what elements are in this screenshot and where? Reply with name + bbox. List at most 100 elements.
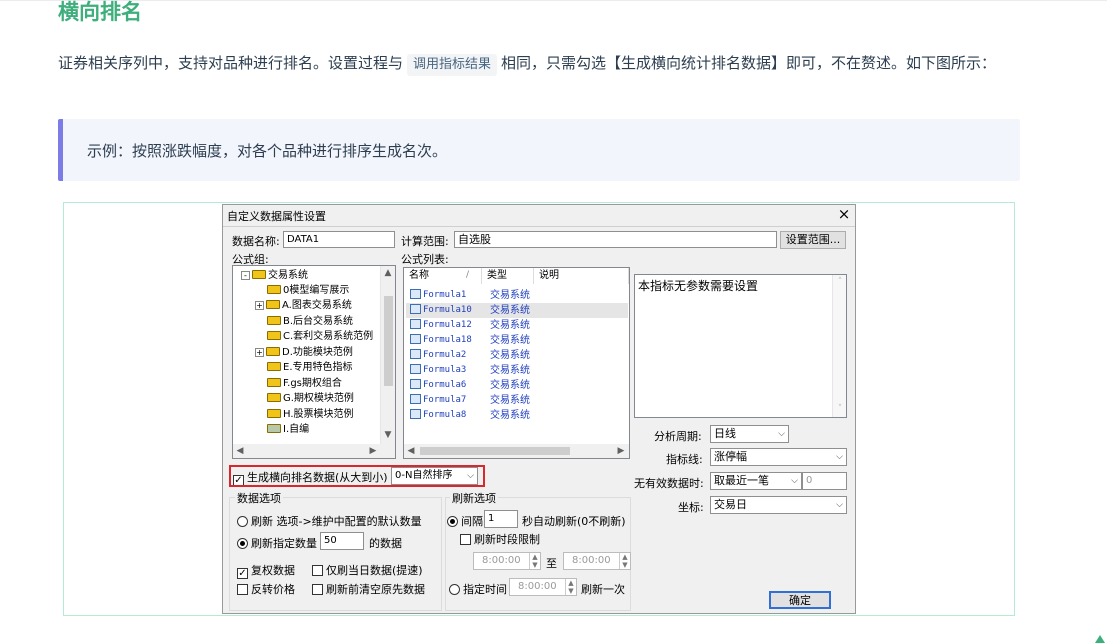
refresh-count-radio[interactable]: 刷新指定数量 bbox=[237, 535, 317, 551]
tree-item-1[interactable]: 0模型编写展示 bbox=[267, 283, 349, 298]
folder-icon bbox=[267, 424, 281, 433]
tree-item-label: E.专用特色指标 bbox=[283, 362, 353, 373]
formula-name: Formula18 bbox=[423, 335, 472, 345]
time-limit-checkbox[interactable]: 刷新时段限制 bbox=[460, 531, 540, 547]
time-start-spinner[interactable]: 8:00:00 ▲ ▼ bbox=[473, 552, 541, 570]
tip-block: 示例：按照涨跌幅度，对各个品种进行排序生成名次。 bbox=[58, 119, 1020, 181]
formula-row[interactable]: Formula7 交易系统 bbox=[406, 393, 628, 408]
radio-label: 间隔 bbox=[461, 515, 483, 528]
column-name[interactable]: 名称 bbox=[404, 268, 482, 284]
tree-item-0[interactable]: - 交易系统 bbox=[241, 268, 308, 283]
formula-row[interactable]: Formula6 交易系统 bbox=[406, 378, 628, 393]
data-name-input[interactable]: DATA1 bbox=[283, 231, 395, 248]
invalid-value: 取最近一笔 bbox=[714, 474, 769, 487]
tree-item-label: G.期权模块范例 bbox=[283, 393, 354, 404]
ok-button[interactable]: 确定 bbox=[769, 591, 831, 609]
calc-range-label: 计算范围: bbox=[401, 235, 449, 248]
param-area[interactable]: 本指标无参数需要设置 ˄ ˅ bbox=[634, 274, 847, 418]
scroll-left-icon[interactable]: ◀ bbox=[404, 444, 418, 458]
title-separator bbox=[223, 226, 855, 227]
expand-icon[interactable]: + bbox=[255, 348, 264, 357]
reverse-price-checkbox[interactable]: 反转价格 bbox=[237, 581, 295, 597]
coord-select[interactable]: 交易日 ⌵ bbox=[710, 496, 847, 514]
period-select[interactable]: 日线 ⌵ bbox=[710, 425, 789, 443]
formula-icon bbox=[410, 379, 421, 389]
formula-row[interactable]: Formula8 交易系统 bbox=[406, 408, 628, 423]
tree-item-2[interactable]: + A.图表交易系统 bbox=[255, 298, 352, 313]
tree-item-3[interactable]: B.后台交易系统 bbox=[267, 314, 353, 329]
scroll-up-icon[interactable]: ˄ bbox=[833, 275, 846, 289]
spin-arrows-icon[interactable]: ▲ ▼ bbox=[619, 553, 630, 569]
coord-label: 坐标: bbox=[678, 501, 704, 514]
time-end-spinner[interactable]: 8:00:00 ▲ ▼ bbox=[563, 552, 631, 570]
formula-type: 交易系统 bbox=[490, 305, 530, 316]
list-hscrollbar[interactable]: ◀ ▶ bbox=[404, 444, 629, 458]
tree-item-6[interactable]: E.专用特色指标 bbox=[267, 360, 353, 375]
scroll-up-icon[interactable]: ▲ bbox=[381, 266, 395, 280]
indicator-select[interactable]: 涨停幅 ⌵ bbox=[710, 448, 847, 466]
tree-hscrollbar[interactable]: ◀ ▶ bbox=[233, 444, 395, 458]
scroll-thumb[interactable] bbox=[384, 296, 393, 386]
spin-arrows-icon[interactable]: ▲ ▼ bbox=[565, 579, 576, 595]
tree-item-10[interactable]: I.自编 bbox=[267, 422, 309, 437]
formula-group-tree[interactable]: - 交易系统 0模型编写展示 + A.图表交易系统 B.后台交易系统 C.套利交易系… bbox=[232, 265, 396, 459]
tree-item-7[interactable]: F.gs期权组合 bbox=[267, 376, 342, 391]
tree-vscrollbar[interactable]: ▲ ▼ bbox=[380, 266, 395, 444]
formula-row[interactable]: Formula3 交易系统 bbox=[406, 363, 628, 378]
clear-before-checkbox[interactable]: 刷新前清空原先数据 bbox=[312, 581, 425, 597]
data-options-label: 数据选项 bbox=[235, 490, 283, 506]
tree-item-4[interactable]: C.套利交易系统范例 bbox=[267, 329, 373, 344]
scroll-thumb[interactable] bbox=[420, 447, 570, 455]
tree-item-label: D.功能模块范例 bbox=[282, 347, 353, 358]
param-text: 本指标无参数需要设置 bbox=[638, 279, 759, 293]
fixed-time-spinner[interactable]: 8:00:00 ▲ ▼ bbox=[509, 578, 577, 596]
collapse-icon[interactable]: - bbox=[241, 271, 250, 280]
formula-row[interactable]: Formula18 交易系统 bbox=[406, 333, 628, 348]
time-end-value: 8:00:00 bbox=[572, 555, 611, 566]
fq-checkbox[interactable]: ✓ 复权数据 bbox=[237, 562, 295, 579]
formula-type: 交易系统 bbox=[490, 410, 530, 421]
formula-row-selected[interactable]: Formula10 交易系统 bbox=[406, 303, 628, 318]
interval-input[interactable]: 1 bbox=[484, 510, 518, 528]
tip-text: 示例：按照涨跌幅度，对各个品种进行排序生成名次。 bbox=[87, 142, 448, 160]
scroll-down-icon[interactable]: ▼ bbox=[381, 428, 395, 442]
calc-range-input[interactable]: 自选股 bbox=[454, 231, 777, 248]
checkbox-label: 仅刷当日数据(提速) bbox=[326, 564, 423, 577]
scroll-left-icon[interactable]: ◀ bbox=[233, 444, 247, 458]
tree-item-5[interactable]: + D.功能模块范例 bbox=[255, 345, 353, 360]
expand-icon[interactable]: + bbox=[255, 301, 264, 310]
scroll-down-icon[interactable]: ˅ bbox=[833, 402, 846, 416]
interval-radio[interactable]: 间隔 bbox=[447, 513, 483, 529]
scroll-right-icon[interactable]: ▶ bbox=[614, 444, 628, 458]
refresh-count-input[interactable]: 50 bbox=[320, 532, 364, 550]
tree-item-8[interactable]: G.期权模块范例 bbox=[267, 391, 354, 406]
data-name-label: 数据名称: bbox=[232, 235, 280, 248]
column-desc[interactable]: 说明 bbox=[534, 268, 629, 284]
param-vscrollbar[interactable]: ˄ ˅ bbox=[832, 275, 846, 417]
formula-row[interactable]: Formula1 交易系统 bbox=[406, 288, 628, 303]
close-icon[interactable]: × bbox=[835, 205, 853, 223]
fixed-time-value: 8:00:00 bbox=[518, 581, 557, 592]
column-type[interactable]: 类型 bbox=[482, 268, 534, 284]
set-range-button[interactable]: 设置范围... bbox=[780, 231, 846, 249]
formula-icon bbox=[410, 334, 421, 344]
formula-row[interactable]: Formula12 交易系统 bbox=[406, 318, 628, 333]
tree-item-9[interactable]: H.股票模块范例 bbox=[267, 407, 354, 422]
invalid-number-input[interactable]: 0 bbox=[802, 472, 847, 490]
refresh-default-radio[interactable]: 刷新 选项->维护中配置的默认数量 bbox=[237, 513, 422, 529]
fixed-time-radio[interactable]: 指定时间 bbox=[449, 581, 507, 597]
formula-icon bbox=[410, 364, 421, 374]
formula-icon bbox=[410, 304, 421, 314]
formula-name: Formula6 bbox=[423, 380, 467, 390]
checkbox-icon bbox=[460, 534, 471, 545]
back-to-top-icon[interactable] bbox=[1094, 634, 1106, 643]
formula-row[interactable]: Formula2 交易系统 bbox=[406, 348, 628, 363]
scroll-right-icon[interactable]: ▶ bbox=[366, 444, 380, 458]
formula-list[interactable]: 名称 / 类型 说明 Formula1 交易系统 Formula10 交易系统 Fo… bbox=[403, 267, 630, 459]
today-only-checkbox[interactable]: 仅刷当日数据(提速) bbox=[312, 562, 423, 578]
radio-icon bbox=[449, 584, 460, 595]
time-start-value: 8:00:00 bbox=[482, 555, 521, 566]
spin-arrows-icon[interactable]: ▲ ▼ bbox=[529, 553, 540, 569]
tree-item-label: 交易系统 bbox=[268, 270, 308, 281]
invalid-select[interactable]: 取最近一笔 ⌵ bbox=[710, 472, 802, 490]
